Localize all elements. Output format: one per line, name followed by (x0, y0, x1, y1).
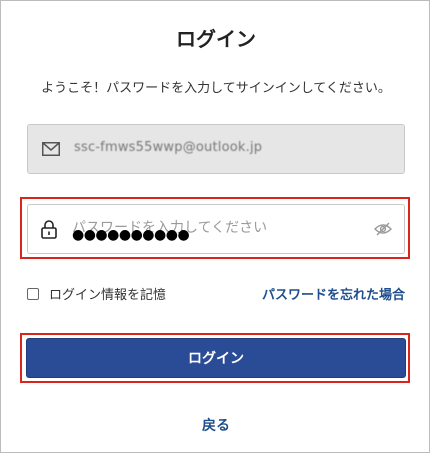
email-field: ssc-fmws55wwp@outlook.jp (27, 124, 405, 174)
remember-label: ログイン情報を記憶 (49, 288, 167, 303)
password-masked-value: ●●●●●●●●●● (72, 227, 190, 243)
password-field[interactable]: パスワードを入力してください ●●●●●●●●●● (27, 204, 405, 254)
lock-icon (41, 220, 57, 239)
remember-login[interactable]: ログイン情報を記憶 (27, 284, 166, 303)
mail-icon (42, 142, 60, 156)
eye-off-icon[interactable] (374, 222, 392, 236)
login-button[interactable]: ログイン (26, 338, 406, 378)
forgot-password-link[interactable]: パスワードを忘れた場合 (262, 284, 405, 303)
back-link[interactable]: 戻る (1, 415, 430, 435)
remember-checkbox[interactable] (27, 287, 39, 300)
page-title: ログイン (176, 27, 256, 51)
login-panel: ログイン ようこそ！パスワードを入力してサインインしてください。 ssc-fmw… (0, 0, 430, 453)
welcome-text: ようこそ！パスワードを入力してサインインしてください。 (41, 81, 391, 96)
email-value: ssc-fmws55wwp@outlook.jp (74, 140, 263, 155)
